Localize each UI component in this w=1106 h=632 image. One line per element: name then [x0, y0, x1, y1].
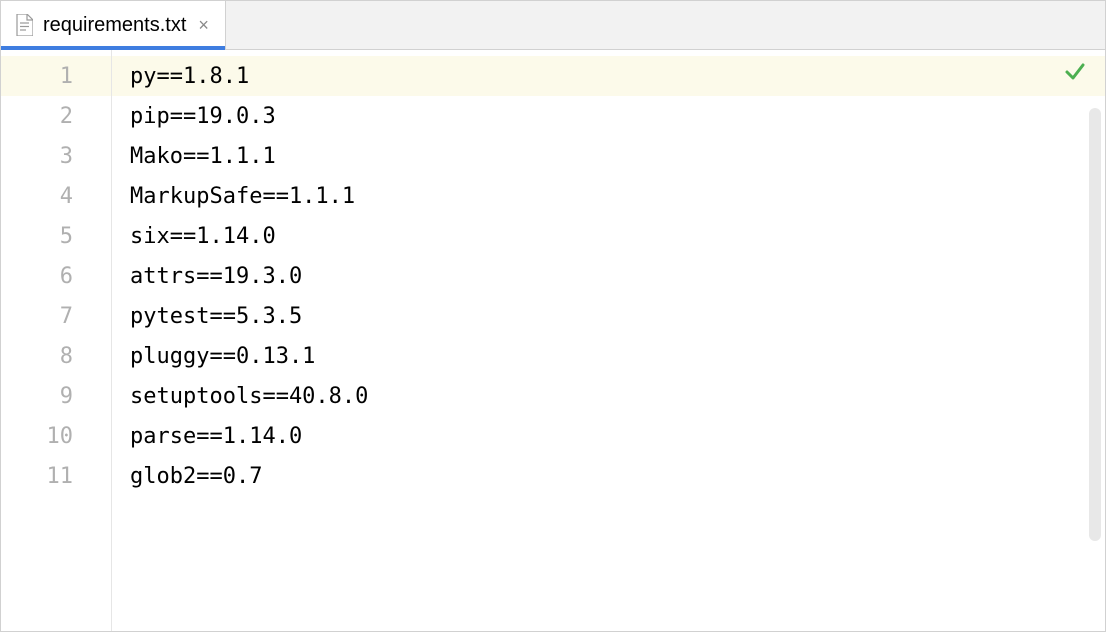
line-number[interactable]: 1	[1, 56, 111, 96]
gutter: 1 2 3 4 5 6 7 8 9 10 11	[1, 50, 112, 631]
code-line[interactable]: Mako==1.1.1	[112, 136, 1105, 176]
text-file-icon	[15, 14, 33, 36]
code-line[interactable]: parse==1.14.0	[112, 416, 1105, 456]
code-line[interactable]: MarkupSafe==1.1.1	[112, 176, 1105, 216]
editor-window: requirements.txt × 1 2 3 4 5 6 7 8 9 10 …	[0, 0, 1106, 632]
line-number[interactable]: 8	[1, 336, 111, 376]
line-number[interactable]: 11	[1, 456, 111, 496]
line-number[interactable]: 10	[1, 416, 111, 456]
code-line[interactable]: pytest==5.3.5	[112, 296, 1105, 336]
tab-close-button[interactable]: ×	[196, 16, 211, 34]
code-line[interactable]: pip==19.0.3	[112, 96, 1105, 136]
code-area[interactable]: py==1.8.1 pip==19.0.3 Mako==1.1.1 Markup…	[112, 50, 1105, 631]
code-line[interactable]: glob2==0.7	[112, 456, 1105, 496]
code-line[interactable]: setuptools==40.8.0	[112, 376, 1105, 416]
editor-area: 1 2 3 4 5 6 7 8 9 10 11 py==1.8.1 pip==1…	[1, 50, 1105, 631]
line-number[interactable]: 3	[1, 136, 111, 176]
line-number[interactable]: 6	[1, 256, 111, 296]
code-line[interactable]: py==1.8.1	[112, 56, 1105, 96]
line-number[interactable]: 2	[1, 96, 111, 136]
tab-requirements[interactable]: requirements.txt ×	[1, 1, 226, 49]
vertical-scrollbar[interactable]	[1089, 108, 1101, 541]
status-ok-icon[interactable]	[1063, 60, 1087, 90]
line-number[interactable]: 7	[1, 296, 111, 336]
line-number[interactable]: 5	[1, 216, 111, 256]
code-line[interactable]: pluggy==0.13.1	[112, 336, 1105, 376]
tab-bar: requirements.txt ×	[1, 1, 1105, 50]
code-line[interactable]: attrs==19.3.0	[112, 256, 1105, 296]
line-number[interactable]: 4	[1, 176, 111, 216]
code-line[interactable]: six==1.14.0	[112, 216, 1105, 256]
line-number[interactable]: 9	[1, 376, 111, 416]
tab-label: requirements.txt	[43, 14, 186, 37]
